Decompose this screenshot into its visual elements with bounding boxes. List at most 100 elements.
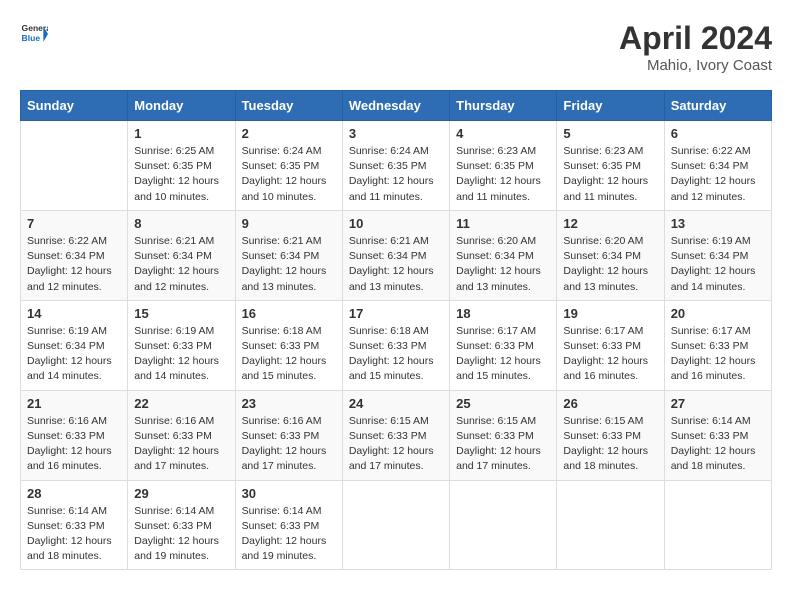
- calendar-day-cell: 13 Sunrise: 6:19 AMSunset: 6:34 PMDayligh…: [664, 210, 771, 300]
- calendar-day-cell: 20Sunrise: 6:17 AMSunset: 6:33 PMDayligh…: [664, 300, 771, 390]
- calendar-day-cell: 2 Sunrise: 6:24 AMSunset: 6:35 PMDaylight…: [235, 121, 342, 211]
- calendar-day-cell: 23 Sunrise: 6:16 AMSunset: 6:33 PMDayligh…: [235, 390, 342, 480]
- calendar-day-cell: 26 Sunrise: 6:15 AMSunset: 6:33 PMDayligh…: [557, 390, 664, 480]
- calendar-day-cell: 17Sunrise: 6:18 AMSunset: 6:33 PMDayligh…: [342, 300, 449, 390]
- calendar-day-cell: 29 Sunrise: 6:14 AMSunset: 6:33 PMDayligh…: [128, 480, 235, 570]
- calendar-week-row: 28 Sunrise: 6:14 AMSunset: 6:33 PMDayligh…: [21, 480, 772, 570]
- day-number: 18: [456, 306, 550, 321]
- calendar-title: April 2024: [619, 20, 772, 57]
- weekday-header-cell: Wednesday: [342, 91, 449, 121]
- calendar-day-cell: 14 Sunrise: 6:19 AMSunset: 6:34 PMDayligh…: [21, 300, 128, 390]
- calendar-day-cell: 9 Sunrise: 6:21 AMSunset: 6:34 PMDaylight…: [235, 210, 342, 300]
- calendar-week-row: 21Sunrise: 6:16 AMSunset: 6:33 PMDayligh…: [21, 390, 772, 480]
- day-info: Sunrise: 6:16 AMSunset: 6:33 PMDaylight:…: [242, 414, 336, 475]
- calendar-day-cell: 4 Sunrise: 6:23 AMSunset: 6:35 PMDaylight…: [450, 121, 557, 211]
- calendar-day-cell: 22 Sunrise: 6:16 AMSunset: 6:33 PMDayligh…: [128, 390, 235, 480]
- day-number: 9: [242, 216, 336, 231]
- logo-icon: General Blue: [20, 20, 48, 48]
- day-info: Sunrise: 6:24 AMSunset: 6:35 PMDaylight:…: [349, 144, 443, 205]
- calendar-day-cell: 5 Sunrise: 6:23 AMSunset: 6:35 PMDaylight…: [557, 121, 664, 211]
- calendar-day-cell: 10 Sunrise: 6:21 AMSunset: 6:34 PMDayligh…: [342, 210, 449, 300]
- day-info: Sunrise: 6:20 AMSunset: 6:34 PMDaylight:…: [563, 234, 657, 295]
- day-number: 11: [456, 216, 550, 231]
- calendar-day-cell: [450, 480, 557, 570]
- day-info: Sunrise: 6:15 AMSunset: 6:33 PMDaylight:…: [563, 414, 657, 475]
- calendar-week-row: 7 Sunrise: 6:22 AMSunset: 6:34 PMDaylight…: [21, 210, 772, 300]
- day-number: 25: [456, 396, 550, 411]
- day-number: 30: [242, 486, 336, 501]
- day-info: Sunrise: 6:21 AMSunset: 6:34 PMDaylight:…: [134, 234, 228, 295]
- day-number: 13: [671, 216, 765, 231]
- day-info: Sunrise: 6:19 AMSunset: 6:34 PMDaylight:…: [27, 324, 121, 385]
- calendar-week-row: 1Sunrise: 6:25 AMSunset: 6:35 PMDaylight…: [21, 121, 772, 211]
- calendar-day-cell: 12 Sunrise: 6:20 AMSunset: 6:34 PMDayligh…: [557, 210, 664, 300]
- day-info: Sunrise: 6:23 AMSunset: 6:35 PMDaylight:…: [456, 144, 550, 205]
- day-number: 5: [563, 126, 657, 141]
- day-number: 27: [671, 396, 765, 411]
- day-info: Sunrise: 6:16 AMSunset: 6:33 PMDaylight:…: [134, 414, 228, 475]
- svg-text:Blue: Blue: [22, 33, 41, 43]
- day-number: 23: [242, 396, 336, 411]
- day-info: Sunrise: 6:22 AMSunset: 6:34 PMDaylight:…: [27, 234, 121, 295]
- day-number: 4: [456, 126, 550, 141]
- day-number: 28: [27, 486, 121, 501]
- day-info: Sunrise: 6:18 AMSunset: 6:33 PMDaylight:…: [349, 324, 443, 385]
- calendar-day-cell: [342, 480, 449, 570]
- day-info: Sunrise: 6:17 AMSunset: 6:33 PMDaylight:…: [671, 324, 765, 385]
- day-info: Sunrise: 6:14 AMSunset: 6:33 PMDaylight:…: [671, 414, 765, 475]
- calendar-day-cell: 8 Sunrise: 6:21 AMSunset: 6:34 PMDaylight…: [128, 210, 235, 300]
- day-info: Sunrise: 6:24 AMSunset: 6:35 PMDaylight:…: [242, 144, 336, 205]
- calendar-day-cell: 25 Sunrise: 6:15 AMSunset: 6:33 PMDayligh…: [450, 390, 557, 480]
- weekday-header-cell: Friday: [557, 91, 664, 121]
- calendar-body: 1Sunrise: 6:25 AMSunset: 6:35 PMDaylight…: [21, 121, 772, 570]
- day-number: 15: [134, 306, 228, 321]
- calendar-table: SundayMondayTuesdayWednesdayThursdayFrid…: [20, 90, 772, 570]
- calendar-day-cell: 7 Sunrise: 6:22 AMSunset: 6:34 PMDaylight…: [21, 210, 128, 300]
- day-info: Sunrise: 6:21 AMSunset: 6:34 PMDaylight:…: [242, 234, 336, 295]
- day-number: 2: [242, 126, 336, 141]
- day-info: Sunrise: 6:18 AMSunset: 6:33 PMDaylight:…: [242, 324, 336, 385]
- calendar-day-cell: 16 Sunrise: 6:18 AMSunset: 6:33 PMDayligh…: [235, 300, 342, 390]
- calendar-day-cell: [557, 480, 664, 570]
- day-number: 8: [134, 216, 228, 231]
- day-number: 16: [242, 306, 336, 321]
- calendar-day-cell: 28Sunrise: 6:14 AMSunset: 6:33 PMDayligh…: [21, 480, 128, 570]
- calendar-day-cell: 6 Sunrise: 6:22 AMSunset: 6:34 PMDaylight…: [664, 121, 771, 211]
- day-info: Sunrise: 6:19 AMSunset: 6:34 PMDaylight:…: [671, 234, 765, 295]
- calendar-day-cell: 30 Sunrise: 6:14 AMSunset: 6:33 PMDayligh…: [235, 480, 342, 570]
- day-number: 14: [27, 306, 121, 321]
- calendar-day-cell: 27 Sunrise: 6:14 AMSunset: 6:33 PMDayligh…: [664, 390, 771, 480]
- day-info: Sunrise: 6:19 AMSunset: 6:33 PMDaylight:…: [134, 324, 228, 385]
- day-number: 6: [671, 126, 765, 141]
- calendar-week-row: 14 Sunrise: 6:19 AMSunset: 6:34 PMDayligh…: [21, 300, 772, 390]
- day-info: Sunrise: 6:14 AMSunset: 6:33 PMDaylight:…: [242, 504, 336, 565]
- day-number: 24: [349, 396, 443, 411]
- calendar-day-cell: 19 Sunrise: 6:17 AMSunset: 6:33 PMDayligh…: [557, 300, 664, 390]
- day-info: Sunrise: 6:21 AMSunset: 6:34 PMDaylight:…: [349, 234, 443, 295]
- day-info: Sunrise: 6:14 AMSunset: 6:33 PMDaylight:…: [134, 504, 228, 565]
- weekday-header-cell: Saturday: [664, 91, 771, 121]
- day-number: 12: [563, 216, 657, 231]
- calendar-day-cell: 3Sunrise: 6:24 AMSunset: 6:35 PMDaylight…: [342, 121, 449, 211]
- day-info: Sunrise: 6:23 AMSunset: 6:35 PMDaylight:…: [563, 144, 657, 205]
- weekday-header-cell: Thursday: [450, 91, 557, 121]
- day-info: Sunrise: 6:15 AMSunset: 6:33 PMDaylight:…: [456, 414, 550, 475]
- day-number: 26: [563, 396, 657, 411]
- page-header: General Blue April 2024 Mahio, Ivory Coa…: [20, 20, 772, 74]
- day-number: 10: [349, 216, 443, 231]
- day-number: 22: [134, 396, 228, 411]
- day-number: 19: [563, 306, 657, 321]
- day-info: Sunrise: 6:17 AMSunset: 6:33 PMDaylight:…: [563, 324, 657, 385]
- day-number: 7: [27, 216, 121, 231]
- day-number: 29: [134, 486, 228, 501]
- day-info: Sunrise: 6:16 AMSunset: 6:33 PMDaylight:…: [27, 414, 121, 475]
- day-info: Sunrise: 6:22 AMSunset: 6:34 PMDaylight:…: [671, 144, 765, 205]
- logo: General Blue: [20, 20, 48, 48]
- calendar-day-cell: [21, 121, 128, 211]
- weekday-header-cell: Tuesday: [235, 91, 342, 121]
- calendar-location: Mahio, Ivory Coast: [619, 57, 772, 74]
- calendar-day-cell: 24Sunrise: 6:15 AMSunset: 6:33 PMDayligh…: [342, 390, 449, 480]
- calendar-day-cell: 18Sunrise: 6:17 AMSunset: 6:33 PMDayligh…: [450, 300, 557, 390]
- day-info: Sunrise: 6:20 AMSunset: 6:34 PMDaylight:…: [456, 234, 550, 295]
- title-block: April 2024 Mahio, Ivory Coast: [619, 20, 772, 74]
